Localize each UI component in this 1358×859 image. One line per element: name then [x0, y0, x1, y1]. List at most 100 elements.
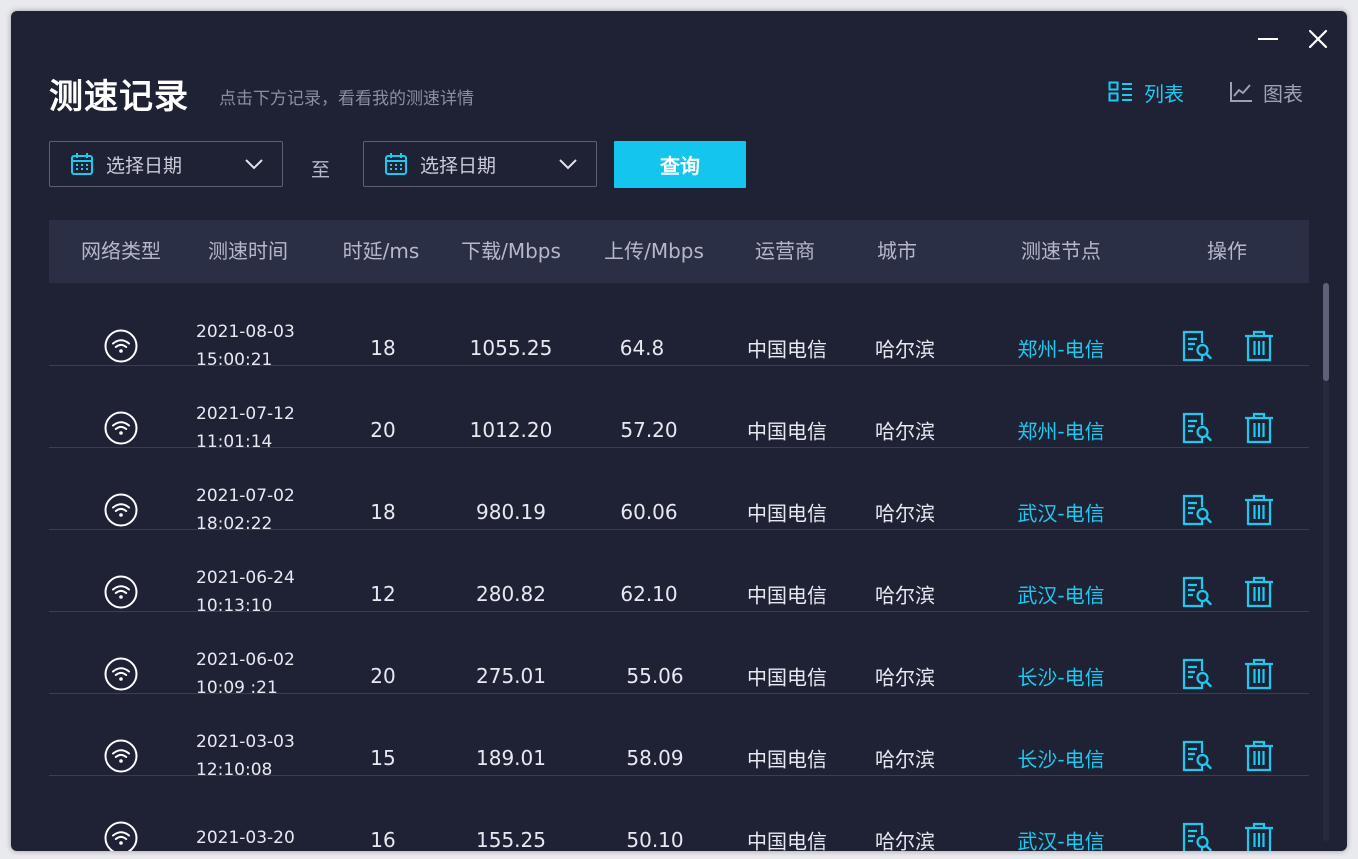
- test-node-cell[interactable]: 郑州-电信: [1017, 416, 1104, 445]
- test-date: 2021-07-02: [196, 486, 295, 506]
- report-search-icon[interactable]: [1182, 739, 1212, 773]
- table-row[interactable]: 2021-08-03 15:00:21 18 1055.25 64.8 中国电信 …: [49, 283, 1309, 370]
- download-cell: 1012.20: [469, 418, 553, 442]
- view-detail-button[interactable]: [1182, 493, 1212, 527]
- end-date-picker[interactable]: 选择日期: [363, 141, 597, 187]
- isp-cell: 中国电信: [747, 419, 827, 444]
- test-date: 2021-06-24: [196, 568, 295, 588]
- report-search-icon[interactable]: [1182, 821, 1212, 851]
- isp-cell: 中国电信: [747, 501, 827, 526]
- city-cell: 哈尔滨: [875, 583, 935, 608]
- network-type-cell: [104, 739, 138, 773]
- delete-button[interactable]: [1243, 821, 1275, 851]
- latency-cell: 20: [370, 664, 396, 688]
- start-date-picker[interactable]: 选择日期: [49, 141, 283, 187]
- line-chart-icon: [1230, 82, 1252, 102]
- chart-view-label: 图表: [1263, 81, 1303, 106]
- trash-icon[interactable]: [1243, 493, 1275, 527]
- report-search-icon[interactable]: [1182, 575, 1212, 609]
- view-detail-button[interactable]: [1182, 411, 1212, 445]
- isp-cell: 中国电信: [747, 665, 827, 690]
- isp-cell: 中国电信: [747, 747, 827, 772]
- list-view-icon: [1108, 81, 1132, 102]
- network-type-cell: [104, 329, 138, 363]
- trash-icon[interactable]: [1243, 329, 1275, 363]
- table-row[interactable]: 2021-07-12 11:01:14 20 1012.20 57.20 中国电信…: [49, 365, 1309, 452]
- end-date-placeholder: 选择日期: [420, 154, 497, 177]
- wifi-icon: [104, 821, 138, 851]
- view-detail-button[interactable]: [1182, 575, 1212, 609]
- test-node-cell[interactable]: 郑州-电信: [1017, 334, 1104, 363]
- test-node-cell[interactable]: 武汉-电信: [1017, 580, 1104, 609]
- column-header-upload: 上传/Mbps: [604, 239, 704, 263]
- upload-cell: 62.10: [620, 582, 678, 606]
- city-cell: 哈尔滨: [875, 419, 935, 444]
- delete-button[interactable]: [1243, 657, 1275, 691]
- latency-cell: 18: [370, 500, 396, 524]
- test-node-cell[interactable]: 长沙-电信: [1017, 662, 1104, 691]
- delete-button[interactable]: [1243, 411, 1275, 445]
- delete-button[interactable]: [1243, 493, 1275, 527]
- delete-button[interactable]: [1243, 329, 1275, 363]
- city-cell: 哈尔滨: [875, 829, 935, 852]
- city-cell: 哈尔滨: [875, 747, 935, 772]
- delete-button[interactable]: [1243, 575, 1275, 609]
- wifi-icon: [104, 329, 138, 363]
- list-view-tab[interactable]: 列表: [1108, 78, 1184, 106]
- trash-icon[interactable]: [1243, 575, 1275, 609]
- city-cell: 哈尔滨: [875, 665, 935, 690]
- report-search-icon[interactable]: [1182, 411, 1212, 445]
- view-detail-button[interactable]: [1182, 739, 1212, 773]
- test-date: 2021-07-12: [196, 404, 295, 424]
- download-cell: 189.01: [476, 746, 546, 770]
- minimize-button[interactable]: [1258, 29, 1278, 49]
- list-view-label: 列表: [1144, 81, 1184, 106]
- report-search-icon[interactable]: [1182, 657, 1212, 691]
- trash-icon[interactable]: [1243, 411, 1275, 445]
- test-date: 2021-03-03: [196, 732, 295, 752]
- records-table-body: 2021-08-03 15:00:21 18 1055.25 64.8 中国电信 …: [49, 283, 1309, 851]
- upload-cell: 58.09: [626, 746, 684, 770]
- close-button[interactable]: [1308, 29, 1328, 49]
- upload-cell: 57.20: [620, 418, 678, 442]
- test-node-cell[interactable]: 长沙-电信: [1017, 744, 1104, 773]
- latency-cell: 18: [370, 336, 396, 360]
- table-row[interactable]: 2021-07-02 18:02:22 18 980.19 60.06 中国电信 …: [49, 447, 1309, 534]
- test-node-cell[interactable]: 武汉-电信: [1017, 498, 1104, 527]
- network-type-cell: [104, 821, 138, 851]
- wifi-icon: [104, 493, 138, 527]
- table-row[interactable]: 2021-06-02 10:09 :21 20 275.01 55.06 中国电信…: [49, 611, 1309, 698]
- test-date: 2021-03-20: [196, 828, 295, 848]
- view-detail-button[interactable]: [1182, 329, 1212, 363]
- scrollbar-thumb[interactable]: [1323, 283, 1329, 381]
- delete-button[interactable]: [1243, 739, 1275, 773]
- column-header-test-time: 测速时间: [208, 239, 288, 263]
- latency-cell: 16: [370, 828, 396, 851]
- isp-cell: 中国电信: [747, 829, 827, 852]
- trash-icon[interactable]: [1243, 821, 1275, 851]
- chevron-down-icon: [559, 159, 577, 170]
- network-type-cell: [104, 575, 138, 609]
- table-row[interactable]: 2021-03-03 12:10:08 15 189.01 58.09 中国电信 …: [49, 693, 1309, 780]
- upload-cell: 50.10: [626, 828, 684, 851]
- report-search-icon[interactable]: [1182, 493, 1212, 527]
- page-subtitle: 点击下方记录，看看我的测速详情: [219, 89, 474, 109]
- calendar-icon: [385, 153, 407, 175]
- close-icon[interactable]: [1308, 29, 1328, 49]
- column-header-download: 下载/Mbps: [461, 239, 561, 263]
- chart-view-tab[interactable]: 图表: [1229, 78, 1303, 106]
- upload-cell: 60.06: [620, 500, 678, 524]
- report-search-icon[interactable]: [1182, 329, 1212, 363]
- trash-icon[interactable]: [1243, 739, 1275, 773]
- column-header-actions: 操作: [1207, 239, 1247, 263]
- trash-icon[interactable]: [1243, 657, 1275, 691]
- table-row[interactable]: 2021-03-20 16 155.25 50.10 中国电信 哈尔滨 武汉-电…: [49, 775, 1309, 851]
- view-detail-button[interactable]: [1182, 821, 1212, 851]
- table-row[interactable]: 2021-06-24 10:13:10 12 280.82 62.10 中国电信 …: [49, 529, 1309, 616]
- query-button[interactable]: 查询: [614, 141, 746, 188]
- test-node-cell[interactable]: 武汉-电信: [1017, 826, 1104, 852]
- view-detail-button[interactable]: [1182, 657, 1212, 691]
- test-date: 2021-08-03: [196, 322, 295, 342]
- download-cell: 155.25: [476, 828, 546, 851]
- city-cell: 哈尔滨: [875, 337, 935, 362]
